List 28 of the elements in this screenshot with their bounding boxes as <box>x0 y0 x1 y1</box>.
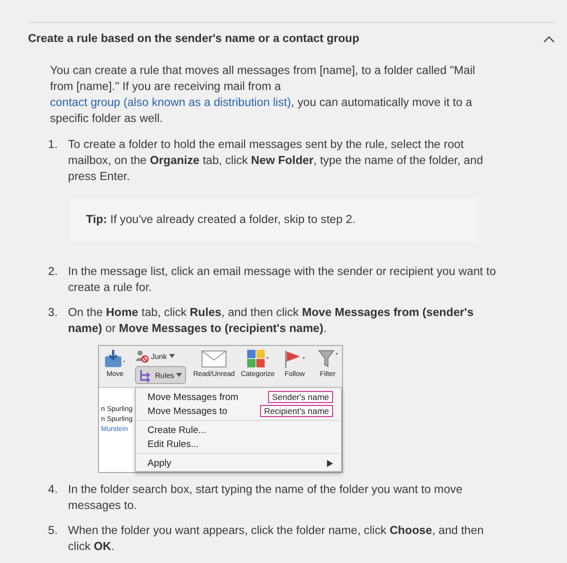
step-number: 1. <box>48 137 59 153</box>
step-number: 4. <box>48 482 59 498</box>
callout-label: Recipient's name <box>260 405 333 417</box>
step-text: On the Home tab, click Rules, and then click Move Messages from (sender's name) or Move Messages to (recipient's name). <box>68 305 475 337</box>
menu-item[interactable]: Move Messages from <box>148 392 238 402</box>
caret-icon <box>168 354 175 358</box>
section-title: Create a rule based on the sender's name or a contact group <box>28 32 360 47</box>
step-text: In the folder search box, start typing the name of the folder you want to move messages to. <box>68 482 464 514</box>
step-number: 5. <box>48 523 59 539</box>
caret-icon <box>176 373 182 377</box>
menu-item[interactable]: Move Messages to <box>148 406 228 416</box>
chevron-icon[interactable] <box>543 35 555 43</box>
envelope-icon[interactable] <box>201 349 227 369</box>
callout-label: Sender's name <box>268 391 333 403</box>
step-text: When the folder you want appears, click the folder name, click Choose, and then click OK. <box>68 523 485 555</box>
routing-arrows-icon[interactable] <box>139 368 153 382</box>
contact-group-link[interactable]: contact group (also known as a distribution list) <box>50 96 292 109</box>
menu-item[interactable]: Apply <box>148 458 172 468</box>
tip-text: Tip: If you've already created a folder, skip to step 2. <box>86 213 356 226</box>
intro-paragraph: You can create a rule that moves all messages from [name], to a folder called "Mail from [name]." If you are receiving mail from a contact group (also known as a distribution list), you can automatically move it to a specific folder as well. <box>50 63 476 127</box>
step-text: To create a folder to hold the email messages sent by the rule, select the root mailbox, on the Organize tab, click New Folder, type the name of the folder, and press Enter. <box>68 137 484 185</box>
step-text: In the message list, click an email message with the sender or recipient you want to create a rule for. <box>68 264 497 296</box>
people-block-icon[interactable] <box>135 349 149 363</box>
menu-item[interactable]: Create Rule... <box>148 424 206 436</box>
step-number: 3. <box>48 305 59 321</box>
menu-item[interactable]: Edit Rules... <box>148 438 199 450</box>
tray-arrow-icon[interactable] <box>102 349 128 369</box>
step-number: 2. <box>48 264 59 280</box>
